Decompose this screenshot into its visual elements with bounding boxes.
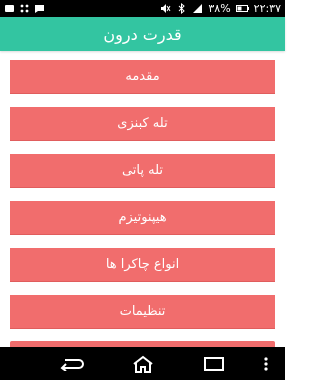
status-time: ۲۲:۳۷ bbox=[253, 2, 281, 15]
menu-item-label: مقدمه bbox=[125, 69, 160, 84]
menu-item-label: انواع چاکرا ها bbox=[105, 257, 180, 272]
battery-percent: ۳۸% bbox=[208, 2, 231, 15]
signal-icon bbox=[193, 4, 203, 13]
back-icon bbox=[60, 358, 84, 371]
recent-apps-icon bbox=[204, 356, 224, 371]
menu-item-telepathy[interactable]: تله پاتی bbox=[10, 154, 275, 188]
menu-item-introduction[interactable]: مقدمه bbox=[10, 60, 275, 94]
chat-icon bbox=[35, 5, 44, 13]
home-button[interactable] bbox=[123, 351, 163, 376]
app-title: قدرت درون bbox=[103, 24, 182, 44]
menu-item-settings[interactable]: تنظیمات bbox=[10, 295, 275, 329]
recent-apps-button[interactable] bbox=[194, 351, 234, 376]
menu-item-hypnotism[interactable]: هیپنوتیزم bbox=[10, 201, 275, 235]
bluetooth-icon bbox=[179, 3, 186, 14]
menu-item-chakra-types[interactable]: انواع چاکرا ها bbox=[10, 248, 275, 282]
navigation-bar bbox=[0, 347, 285, 380]
bb-icon bbox=[20, 4, 29, 13]
app-bar: قدرت درون bbox=[0, 17, 285, 51]
menu-item-label: تنظیمات bbox=[119, 304, 166, 319]
home-icon bbox=[133, 355, 153, 373]
menu-item-telekinesis[interactable]: تله کبنزی bbox=[10, 107, 275, 141]
notification-icon bbox=[5, 5, 14, 12]
battery-icon bbox=[235, 5, 249, 12]
overflow-menu-button[interactable] bbox=[254, 351, 278, 376]
status-bar: ۳۸% ۲۲:۳۷ bbox=[0, 0, 285, 17]
menu-item-label: تله کبنزی bbox=[117, 116, 168, 131]
back-button[interactable] bbox=[52, 351, 92, 376]
menu-item-label: هیپنوتیزم bbox=[118, 210, 167, 225]
menu-item-label: تله پاتی bbox=[121, 163, 164, 178]
main-menu: مقدمه تله کبنزی تله پاتی هیپنوتیزم انواع… bbox=[10, 60, 275, 342]
mute-icon bbox=[161, 4, 171, 13]
overflow-menu-icon bbox=[264, 356, 268, 371]
